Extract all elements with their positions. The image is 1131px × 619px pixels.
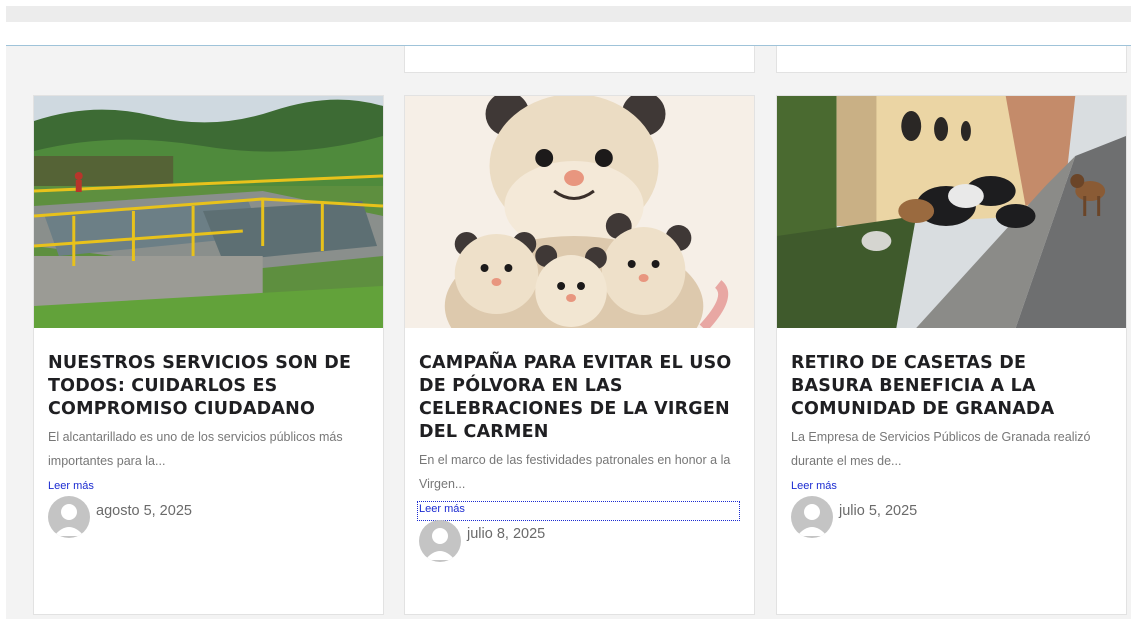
post-card: NUESTROS SERVICIOS SON DE TODOS: CUIDARL… [33, 95, 384, 615]
post-thumbnail-garbage-street[interactable] [777, 96, 1126, 328]
post-excerpt: La Empresa de Servicios Públicos de Gran… [791, 430, 1091, 468]
post-excerpt: En el marco de las festividades patronal… [419, 453, 731, 491]
post-title[interactable]: CAMPAÑA PARA EVITAR EL USO DE PÓLVORA EN… [419, 352, 742, 444]
post-thumbnail-opossum[interactable] [405, 96, 754, 328]
previous-card-bottom [776, 46, 1127, 73]
read-more-link[interactable]: Leer más [48, 480, 94, 492]
post-card: RETIRO DE CASETAS DE BASURA BENEFICIA A … [776, 95, 1127, 615]
author-avatar-icon [48, 496, 90, 538]
post-title[interactable]: RETIRO DE CASETAS DE BASURA BENEFICIA A … [791, 352, 1114, 421]
author-avatar-icon [791, 496, 833, 538]
previous-card-bottom [404, 46, 755, 73]
post-thumbnail-water-plant[interactable] [34, 96, 383, 328]
post-date: julio 5, 2025 [839, 503, 918, 519]
post-date: agosto 5, 2025 [96, 503, 192, 519]
read-more-link[interactable]: Leer más [417, 501, 740, 521]
read-more-link[interactable]: Leer más [791, 480, 837, 492]
author-avatar-icon [419, 520, 461, 562]
post-date: julio 8, 2025 [467, 526, 546, 542]
post-card: CAMPAÑA PARA EVITAR EL USO DE PÓLVORA EN… [404, 95, 755, 615]
post-title[interactable]: NUESTROS SERVICIOS SON DE TODOS: CUIDARL… [48, 352, 371, 421]
top-bar [6, 6, 1131, 22]
post-excerpt: El alcantarillado es uno de los servicio… [48, 430, 343, 468]
